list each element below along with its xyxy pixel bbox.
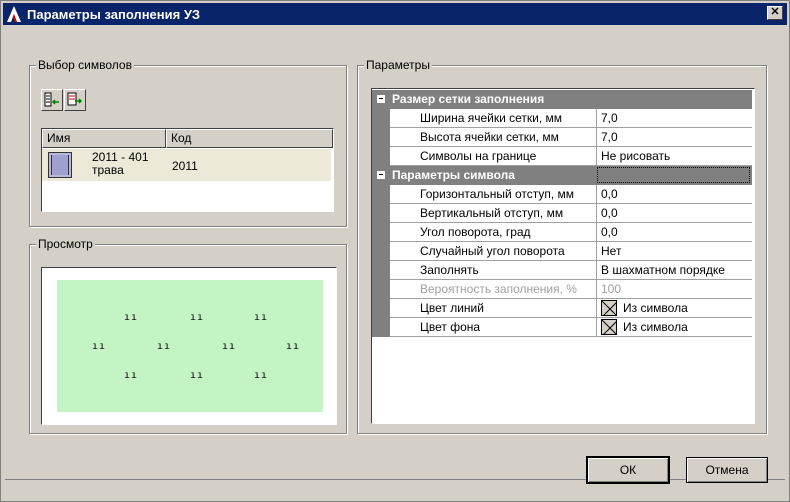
dialog-window: Параметры заполнения УЗ ✕ Выбор символов…	[0, 0, 790, 502]
preview-glyph: ıı	[190, 370, 205, 381]
symbols-group: Выбор символов Имя Код 2011 - 401 трава …	[29, 58, 347, 227]
collapse-icon[interactable]	[376, 94, 386, 104]
preview-glyph: ıı	[124, 370, 139, 381]
property-grid[interactable]: Размер сетки заполнения Ширина ячейки се…	[371, 88, 755, 424]
property-row[interactable]: Случайный угол поворота Нет	[372, 242, 752, 261]
ok-button[interactable]: ОК	[586, 456, 670, 484]
property-row[interactable]: Вертикальный отступ, мм 0,0	[372, 204, 752, 223]
preview-group-title: Просмотр	[36, 237, 95, 251]
symbol-name-line2: трава	[92, 163, 124, 177]
property-value[interactable]: 0,0	[597, 204, 752, 223]
property-value[interactable]: Из символа	[597, 299, 752, 318]
preview-glyph: ıı	[254, 370, 269, 381]
preview-fill-area: ıı ıı ıı ıı ıı ıı ıı ıı ıı ıı	[57, 280, 323, 412]
window-title: Параметры заполнения УЗ	[27, 6, 201, 22]
category-symbol-params[interactable]: Параметры символа	[372, 166, 752, 185]
preview-glyph: ıı	[190, 312, 205, 323]
property-row[interactable]: Символы на границе Не рисовать	[372, 147, 752, 166]
property-value[interactable]: 0,0	[597, 223, 752, 242]
color-swatch-icon	[601, 299, 617, 316]
symbols-group-title: Выбор символов	[36, 58, 134, 72]
preview-canvas: ıı ıı ıı ıı ıı ıı ıı ıı ıı ıı	[41, 267, 337, 425]
add-symbol-icon	[44, 92, 59, 107]
property-row[interactable]: Цвет фона Из символа	[372, 318, 752, 337]
property-row[interactable]: Горизонтальный отступ, мм 0,0	[372, 185, 752, 204]
column-header-name[interactable]: Имя	[42, 129, 166, 148]
cancel-button[interactable]: Отмена	[686, 457, 768, 483]
close-button[interactable]: ✕	[767, 6, 783, 20]
symbol-thumbnail	[48, 152, 72, 178]
property-value[interactable]: 7,0	[597, 128, 752, 147]
color-swatch-icon	[601, 318, 617, 335]
title-bar: Параметры заполнения УЗ ✕	[3, 3, 787, 25]
preview-glyph: ıı	[157, 341, 172, 352]
app-logo-icon	[3, 3, 25, 25]
property-row[interactable]: Цвет линий Из символа	[372, 299, 752, 318]
property-value[interactable]: Нет	[597, 242, 752, 261]
parameters-group-title: Параметры	[364, 58, 432, 72]
preview-group: Просмотр ıı ıı ıı ıı ıı ıı ıı ıı ıı ıı	[29, 237, 347, 434]
collapse-icon[interactable]	[376, 170, 386, 180]
property-value: 100	[597, 280, 752, 299]
property-row[interactable]: Угол поворота, град 0,0	[372, 223, 752, 242]
property-value[interactable]: В шахматном порядке	[597, 261, 752, 280]
property-row[interactable]: Высота ячейки сетки, мм 7,0	[372, 128, 752, 147]
property-value[interactable]: Из символа	[597, 318, 752, 337]
remove-symbol-icon	[67, 92, 83, 106]
property-row[interactable]: Заполнять В шахматном порядке	[372, 261, 752, 280]
property-value[interactable]: 7,0	[597, 109, 752, 128]
close-icon: ✕	[770, 6, 780, 18]
add-symbol-button[interactable]	[41, 89, 63, 111]
preview-glyph: ıı	[222, 341, 237, 352]
remove-symbol-button[interactable]	[64, 89, 86, 111]
property-value[interactable]: Не рисовать	[597, 147, 752, 166]
property-value[interactable]: 0,0	[597, 185, 752, 204]
parameters-group: Параметры Размер сетки заполнения Ширина…	[357, 58, 767, 434]
preview-glyph: ıı	[92, 341, 107, 352]
column-header-code[interactable]: Код	[166, 129, 333, 148]
category-grid-size[interactable]: Размер сетки заполнения	[372, 90, 752, 109]
preview-glyph: ıı	[254, 312, 269, 323]
property-row-disabled: Вероятность заполнения, % 100	[372, 280, 752, 299]
symbols-list[interactable]: Имя Код 2011 - 401 трава 2011	[41, 128, 334, 212]
preview-glyph: ıı	[124, 312, 139, 323]
list-item[interactable]: 2011 - 401 трава 2011	[42, 149, 331, 181]
property-row[interactable]: Ширина ячейки сетки, мм 7,0	[372, 109, 752, 128]
preview-glyph: ıı	[286, 341, 301, 352]
symbol-code: 2011	[172, 159, 198, 173]
